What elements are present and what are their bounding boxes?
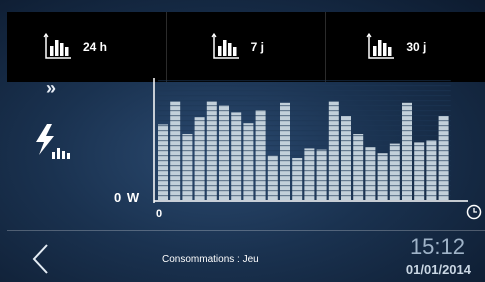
page-title: Consommations : Jeu — [162, 254, 259, 265]
lightning-bolt-bars-icon — [36, 124, 70, 159]
tab-label: 24 h — [83, 40, 108, 54]
bar-chart-icon — [366, 32, 395, 59]
stripe — [158, 115, 451, 117]
stripe — [158, 195, 451, 197]
stripe — [158, 135, 451, 137]
stripe — [158, 160, 451, 162]
double-chevron-icon[interactable]: » — [46, 78, 56, 99]
stripe — [158, 150, 451, 152]
clock-date: 01/01/2014 — [405, 262, 471, 277]
stripe — [158, 130, 451, 132]
bar-chart-icon — [43, 32, 71, 59]
stripe — [158, 170, 451, 172]
tab-7j[interactable]: 7 j — [167, 12, 327, 82]
x-start-label: 0 — [156, 208, 163, 220]
bar — [243, 123, 254, 200]
tab-24h[interactable]: 24 h — [7, 12, 167, 82]
bar — [316, 149, 327, 200]
stripe — [158, 120, 451, 122]
period-tab-bar: 24 h 7 j 30 j — [7, 12, 485, 82]
bar-chart-icon — [211, 32, 239, 59]
stripe — [158, 175, 451, 177]
stripe — [158, 85, 451, 87]
stripe — [158, 110, 451, 112]
stripe — [158, 185, 451, 187]
y-zero-label: 0 W — [114, 190, 141, 205]
stripe — [158, 190, 451, 192]
tab-label: 30 j — [406, 40, 427, 54]
clock-time: 15:12 — [409, 234, 465, 259]
bar — [438, 116, 449, 200]
bar — [194, 117, 205, 200]
bar — [292, 158, 303, 200]
stripe — [158, 155, 451, 157]
stripe — [158, 140, 451, 142]
stripe — [158, 105, 451, 107]
screen: 24 h 7 j 30 j » 0 W 0 Consommations: Je… — [0, 0, 485, 282]
stripe — [158, 80, 451, 82]
consumption-chart — [153, 78, 468, 203]
bar — [389, 143, 400, 200]
bottom-bar: Consommations : Jeu 15:12 01/01/2014 — [7, 230, 485, 282]
stripe — [158, 180, 451, 182]
stripe — [158, 95, 451, 97]
bar — [267, 155, 278, 200]
tab-label: 7 j — [250, 40, 265, 54]
back-chevron-icon[interactable] — [29, 242, 53, 276]
stripe — [158, 125, 451, 127]
stripe — [158, 90, 451, 92]
stripe — [158, 165, 451, 167]
tab-30j[interactable]: 30 j — [326, 12, 485, 82]
divider — [7, 230, 485, 231]
stripe — [158, 145, 451, 147]
clock-icon — [466, 204, 482, 220]
bar — [341, 116, 351, 200]
stripe — [158, 100, 451, 102]
